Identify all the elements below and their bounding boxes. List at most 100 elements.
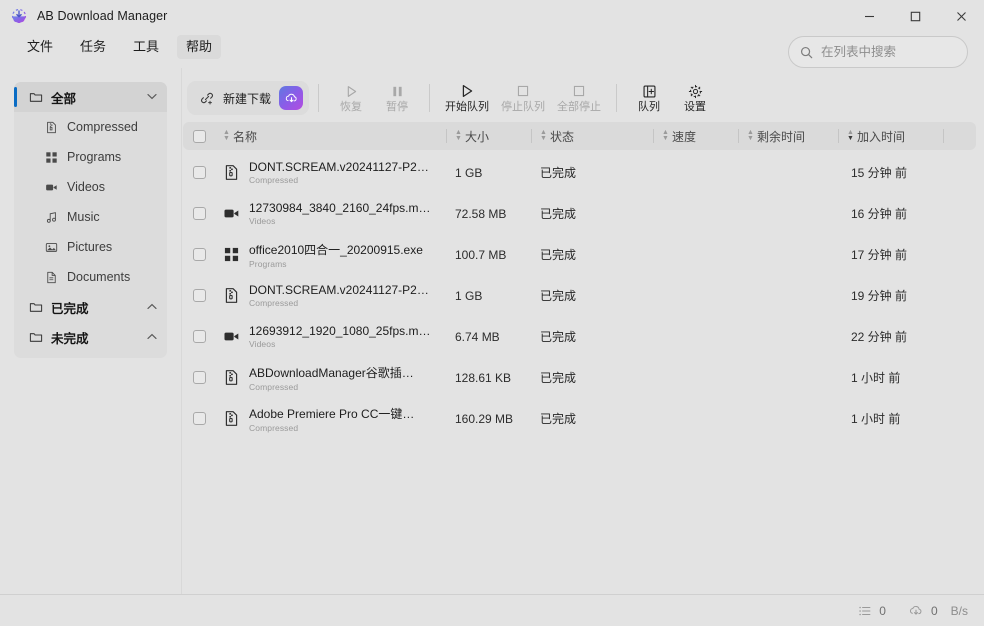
resume-button[interactable]: 恢复 [328, 81, 374, 115]
header-remaining-time[interactable]: ▲ ▼ 剩余时间 [739, 122, 839, 150]
header-size[interactable]: ▲ ▼ 大小 [447, 122, 532, 150]
title-bar: AB Download Manager [0, 0, 984, 32]
header-name[interactable]: ▲ ▼ 名称 [215, 122, 447, 150]
row-file-category: Videos [249, 339, 276, 349]
cloud-download-accent-button[interactable] [279, 86, 304, 110]
table-row[interactable]: office2010四合一_20200915.exe Programs 100.7 … [183, 234, 976, 275]
stop-all-button[interactable]: 全部停止 [551, 81, 607, 115]
header-status[interactable]: ▲ ▼ 状态 [532, 122, 654, 150]
row-name-cell: DONT.SCREAM.v20241127-P2… Compressed [215, 160, 447, 185]
header-speed[interactable]: ▲ ▼ 速度 [654, 122, 739, 150]
sidebar-item-compressed[interactable]: Compressed [14, 112, 167, 142]
sort-icon: ▲ ▼ [662, 129, 669, 142]
row-checkbox[interactable] [192, 371, 206, 384]
table-row[interactable]: ABDownloadManager谷歌插… Compressed 128.61 KB… [183, 357, 976, 398]
stop-queue-label: 停止队列 [501, 101, 546, 113]
row-file-name: office2010四合一_20200915.exe [249, 242, 423, 257]
row-checkbox[interactable] [192, 289, 206, 302]
archive-icon [223, 164, 240, 181]
archive-icon [223, 287, 240, 304]
menu-help[interactable]: 帮助 [177, 34, 222, 60]
download-speed-indicator: 0 B/s [908, 603, 968, 619]
row-checkbox-cell[interactable] [183, 412, 215, 425]
row-checkbox-cell[interactable] [183, 207, 215, 220]
app-window: AB Download Manager 文件 任务 工具 帮助 在列表中搜索 全… [0, 0, 984, 626]
pause-button[interactable]: 暂停 [374, 81, 420, 115]
sidebar-item-incomplete[interactable]: 未完成 [14, 322, 167, 352]
table-row[interactable]: Adobe Premiere Pro CC一键… Compressed 160.29… [183, 398, 976, 439]
toolbar-divider [429, 84, 431, 112]
settings-label: 设置 [684, 101, 707, 113]
menu-tools[interactable]: 工具 [124, 35, 168, 59]
stop-icon [572, 83, 586, 99]
sidebar-item-all[interactable]: 全部 [14, 82, 167, 112]
programs-icon [44, 150, 59, 165]
table-row[interactable]: DONT.SCREAM.v20241127-P2… Compressed 1 GB 已… [183, 275, 976, 316]
start-queue-button[interactable]: 开始队列 [439, 81, 495, 115]
download-table: ▲ ▼ 名称 ▲ ▼ 大小 ▲ ▼ 状态 ▲ ▼ 速度 ▲ ▼ 剩余时间 ▲ ▼… [183, 122, 976, 594]
sort-icon: ▲ ▼ [747, 129, 754, 142]
table-row[interactable]: DONT.SCREAM.v20241127-P2… Compressed 1 GB 已… [183, 152, 976, 193]
row-checkbox[interactable] [192, 330, 206, 343]
new-download-button[interactable]: 新建下载 [187, 81, 310, 115]
header-added-time[interactable]: ▲ ▼ 加入时间 [839, 122, 944, 150]
sidebar-item-pictures[interactable]: Pictures [14, 232, 167, 262]
main-content: 新建下载 恢复 暂停 开始队列 停止队列 全部停止 队列 设置 ▲ ▼ 名称 ▲… [181, 68, 984, 594]
row-checkbox-cell[interactable] [183, 330, 215, 343]
sidebar-item-completed[interactable]: 已完成 [14, 292, 167, 322]
row-status: 已完成 [540, 207, 577, 221]
select-all-checkbox[interactable] [192, 129, 206, 143]
sidebar-item-videos[interactable]: Videos [14, 172, 167, 202]
row-size: 72.58 MB [455, 206, 507, 221]
settings-button[interactable]: 设置 [672, 81, 718, 115]
archive-icon [223, 369, 240, 386]
stop-queue-button[interactable]: 停止队列 [495, 81, 551, 115]
menu-task[interactable]: 任务 [71, 35, 115, 59]
row-size: 160.29 MB [455, 411, 514, 426]
table-row[interactable]: 12693912_1920_1080_25fps.m… Videos 6.74 MB… [183, 316, 976, 357]
search-input[interactable] [821, 45, 956, 59]
document-icon [44, 270, 59, 285]
menu-file[interactable]: 文件 [18, 35, 62, 59]
pause-icon [390, 83, 405, 99]
sidebar-item-music[interactable]: Music [14, 202, 167, 232]
minimize-button[interactable] [846, 0, 892, 32]
archive-icon [44, 120, 59, 135]
row-checkbox[interactable] [192, 412, 206, 425]
toolbar-divider [318, 84, 320, 112]
header-spacer [944, 122, 976, 150]
video-icon [223, 328, 240, 345]
row-checkbox-cell[interactable] [183, 371, 215, 384]
close-button[interactable] [938, 0, 984, 32]
row-checkbox-cell[interactable] [183, 289, 215, 302]
row-status: 已完成 [540, 289, 577, 303]
sidebar-item-programs[interactable]: Programs [14, 142, 167, 172]
toolbar: 新建下载 恢复 暂停 开始队列 停止队列 全部停止 队列 设置 [183, 74, 976, 122]
folder-icon [28, 330, 43, 345]
table-body: DONT.SCREAM.v20241127-P2… Compressed 1 GB 已… [183, 152, 976, 594]
sidebar-item-documents[interactable]: Documents [14, 262, 167, 292]
header-added-label: 加入时间 [856, 129, 905, 144]
status-bar: 0 0 B/s [0, 594, 984, 626]
row-checkbox[interactable] [192, 166, 206, 179]
chevron-up-icon[interactable] [147, 303, 157, 312]
select-all-checkbox-cell[interactable] [183, 129, 215, 143]
row-size: 128.61 KB [455, 370, 512, 385]
row-checkbox[interactable] [192, 207, 206, 220]
sidebar-label-programs: Programs [67, 150, 122, 164]
download-circle-icon [10, 7, 28, 25]
table-row[interactable]: 12730984_3840_2160_24fps.m… Videos 72.58 M… [183, 193, 976, 234]
search-box[interactable] [788, 36, 968, 68]
chevron-down-icon[interactable] [147, 93, 157, 102]
row-checkbox-cell[interactable] [183, 166, 215, 179]
list-icon [858, 604, 872, 618]
maximize-button[interactable] [892, 0, 938, 32]
row-checkbox[interactable] [192, 248, 206, 261]
image-icon [44, 240, 59, 255]
play-icon [459, 83, 475, 99]
toolbar-divider [616, 84, 618, 112]
chevron-up-icon[interactable] [147, 333, 157, 342]
row-checkbox-cell[interactable] [183, 248, 215, 261]
video-icon [44, 180, 59, 195]
queue-button[interactable]: 队列 [626, 81, 672, 115]
